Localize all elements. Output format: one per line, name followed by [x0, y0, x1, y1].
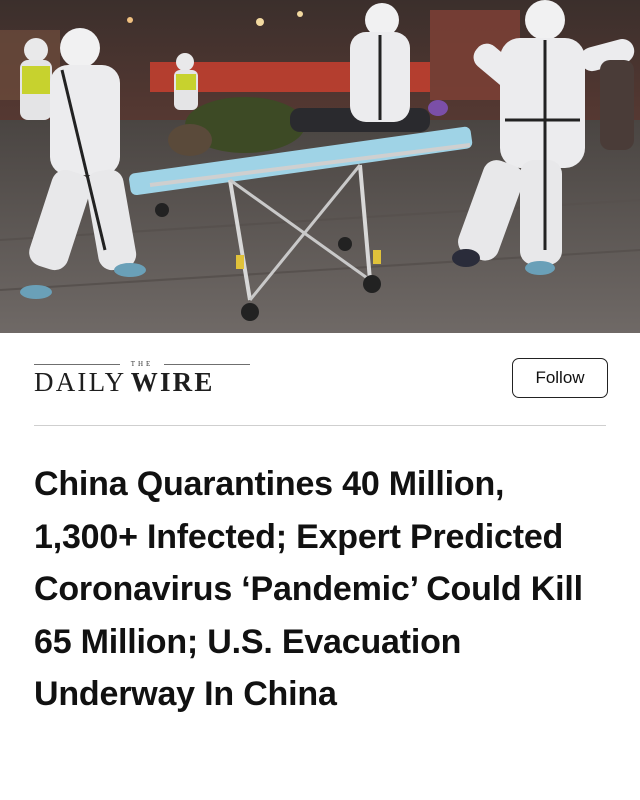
logo-rule-left: [34, 364, 120, 365]
hero-image[interactable]: [0, 0, 640, 333]
article-card[interactable]: THE DAILY WIRE Follow China Quarantines …: [0, 0, 640, 800]
logo-rule-right: [164, 364, 250, 365]
logo-word-wire: WIRE: [130, 367, 215, 397]
hero-photo-illustration: [0, 0, 640, 333]
logo-wordmark: DAILY WIRE: [34, 367, 215, 397]
divider: [34, 425, 606, 426]
follow-button[interactable]: Follow: [512, 358, 608, 398]
daily-wire-logo[interactable]: THE DAILY WIRE: [34, 357, 264, 401]
publisher-row: THE DAILY WIRE Follow: [34, 357, 608, 405]
article-headline[interactable]: China Quarantines 40 Million, 1,300+ Inf…: [34, 458, 614, 721]
logo-word-daily: DAILY: [34, 367, 127, 397]
